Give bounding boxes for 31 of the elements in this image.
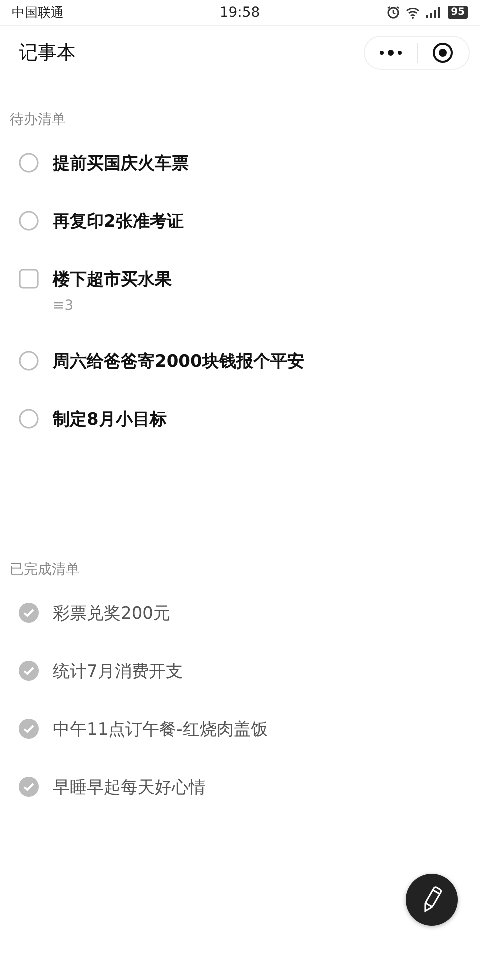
radio-circle[interactable] bbox=[19, 409, 39, 429]
checked-icon[interactable] bbox=[19, 661, 39, 681]
signal-icon bbox=[426, 7, 442, 18]
subtask-count: ≡3 bbox=[53, 298, 74, 314]
checked-icon[interactable] bbox=[19, 603, 39, 623]
checked-icon[interactable] bbox=[19, 719, 39, 739]
checkbox[interactable] bbox=[19, 269, 39, 289]
radio-circle[interactable] bbox=[19, 153, 39, 173]
alarm-icon bbox=[387, 6, 400, 19]
radio-circle[interactable] bbox=[19, 351, 39, 371]
app-title: 记事本 bbox=[19, 41, 76, 66]
task-text: 彩票兑奖200元 bbox=[53, 602, 170, 624]
clock-time: 19:58 bbox=[220, 4, 260, 20]
task-text: 统计7月消费开支 bbox=[53, 660, 183, 682]
task-text: 周六给爸爸寄2000块钱报个平安 bbox=[53, 350, 304, 372]
task-text: 提前买国庆火车票 bbox=[53, 152, 189, 174]
radio-circle[interactable] bbox=[19, 211, 39, 231]
wifi-icon bbox=[406, 6, 420, 18]
task-text: 楼下超市买水果 bbox=[53, 268, 172, 290]
task-text: 中午11点订午餐-红烧肉盖饭 bbox=[53, 718, 268, 740]
task-text: 早睡早起每天好心情 bbox=[53, 776, 206, 798]
carrier-name: 中国联通 bbox=[12, 4, 64, 22]
section-title: 已完成清单 bbox=[10, 561, 81, 580]
more-icon[interactable] bbox=[378, 49, 403, 57]
task-text: 制定8月小目标 bbox=[53, 408, 167, 430]
battery-icon: 95 bbox=[448, 6, 468, 19]
task-text: 再复印2张准考证 bbox=[53, 210, 184, 232]
section-title: 待办清单 bbox=[10, 111, 67, 130]
close-icon[interactable] bbox=[432, 42, 454, 64]
edit-button[interactable] bbox=[406, 874, 458, 926]
checked-icon[interactable] bbox=[19, 777, 39, 797]
